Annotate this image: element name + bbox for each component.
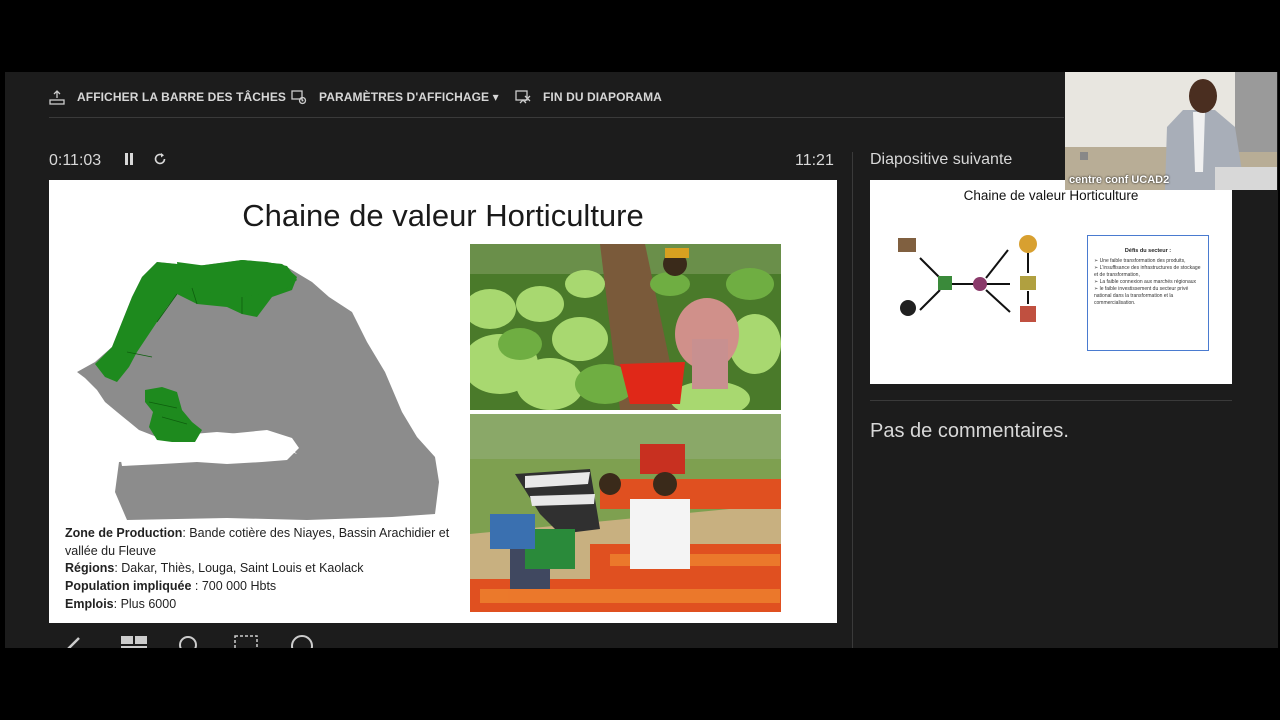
pause-icon bbox=[125, 153, 133, 165]
end-slideshow-icon bbox=[515, 90, 531, 104]
challenges-title: Défis du secteur : bbox=[1124, 248, 1172, 254]
camera-toggle-icon[interactable] bbox=[231, 632, 261, 648]
challenge-item: ➢ L'insuffisance des infrastructures de … bbox=[1094, 265, 1201, 278]
display-settings-button[interactable]: PARAMÈTRES D'AFFICHAGE ▾ bbox=[291, 88, 499, 106]
next-slide-title: Chaine de valeur Horticulture bbox=[963, 188, 1139, 203]
value-chain-diagram bbox=[898, 235, 1037, 322]
current-time: 11:21 bbox=[795, 152, 834, 169]
challenge-item: ➢ le faible investissement du secteur pr… bbox=[1094, 286, 1189, 306]
senegal-map bbox=[77, 260, 439, 520]
speaker-notes: Pas de commentaires. bbox=[870, 420, 1069, 442]
regions-value: : Dakar, Thiès, Louga, Saint Louis et Ka… bbox=[114, 561, 364, 576]
slide-title: Chaine de valeur Horticulture bbox=[242, 198, 644, 233]
regions-label: Régions bbox=[65, 561, 115, 576]
population-line: Population impliquée : 700 000 Hbts bbox=[65, 578, 465, 596]
next-slide-label: Diapositive suivante bbox=[870, 151, 1013, 168]
population-label: Population impliquée bbox=[65, 579, 192, 594]
see-all-slides-icon[interactable] bbox=[119, 632, 149, 648]
slide-tools bbox=[63, 632, 317, 648]
notes-divider bbox=[870, 400, 1232, 401]
end-slideshow-label: FIN DU DIAPORAMA bbox=[543, 90, 662, 104]
display-settings-icon bbox=[291, 90, 307, 105]
tomato-harvest-photo bbox=[470, 414, 781, 612]
webcam-feed: centre conf UCAD2 bbox=[1065, 72, 1277, 190]
population-value: : 700 000 Hbts bbox=[191, 579, 277, 594]
vegetable-field-photo bbox=[470, 244, 781, 410]
speaker-video bbox=[1065, 72, 1277, 190]
zone-line: Zone de Production: Bande cotière des Ni… bbox=[65, 525, 465, 560]
jobs-value: : Plus 6000 bbox=[113, 596, 177, 611]
zoom-icon[interactable] bbox=[175, 632, 205, 648]
webcam-label: centre conf UCAD2 bbox=[1069, 174, 1170, 186]
display-settings-label: PARAMÈTRES D'AFFICHAGE ▾ bbox=[319, 90, 499, 104]
show-taskbar-label: AFFICHER LA BARRE DES TÂCHES bbox=[77, 90, 287, 104]
restart-icon bbox=[154, 153, 166, 165]
sector-challenges-box: Défis du secteur : ➢ Une faible transfor… bbox=[1087, 235, 1209, 351]
regions-line: Régions: Dakar, Thiès, Louga, Saint Loui… bbox=[65, 560, 465, 578]
zone-label: Zone de Production bbox=[65, 526, 183, 540]
jobs-label: Emplois bbox=[65, 596, 114, 611]
end-slideshow-button[interactable]: FIN DU DIAPORAMA bbox=[515, 88, 662, 106]
challenge-item: ➢ Une faible transformation des produits… bbox=[1094, 258, 1186, 264]
elapsed-timer: 0:11:03 bbox=[49, 152, 102, 169]
toolbar-divider bbox=[49, 117, 1064, 118]
more-options-icon[interactable] bbox=[287, 632, 317, 648]
show-taskbar-button[interactable]: AFFICHER LA BARRE DES TÂCHES bbox=[49, 88, 286, 106]
panel-divider bbox=[852, 152, 853, 648]
next-slide-preview[interactable]: Chaine de valeur Horticulture Défis du s… bbox=[870, 180, 1232, 384]
restart-timer-button[interactable] bbox=[151, 152, 169, 170]
slide-description: Zone de Production: Bande cotière des Ni… bbox=[65, 525, 465, 614]
pause-button[interactable] bbox=[120, 152, 138, 170]
current-slide[interactable]: Chaine de valeur Horticulture Zone de Pr… bbox=[49, 180, 837, 623]
taskbar-icon bbox=[49, 90, 65, 105]
pen-tool-icon[interactable] bbox=[63, 632, 93, 648]
challenge-item: ➢ La faible connexion aux marchés région… bbox=[1094, 279, 1197, 285]
jobs-line: Emplois: Plus 6000 bbox=[65, 596, 465, 614]
